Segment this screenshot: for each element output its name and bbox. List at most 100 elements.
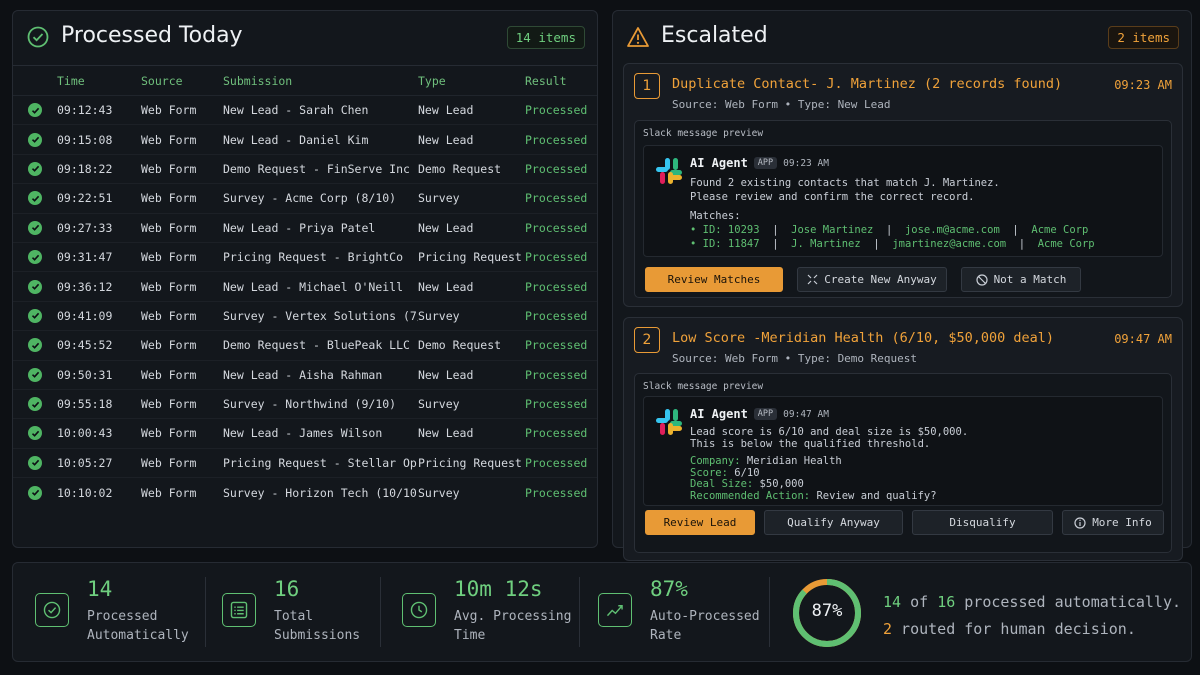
stat-label: Processed Automatically xyxy=(87,609,189,643)
check-icon xyxy=(28,308,42,323)
stat-label: Auto-Processed Rate xyxy=(650,609,760,643)
qualify-anyway-button[interactable]: Qualify Anyway xyxy=(764,510,903,535)
cell-source: Web Form xyxy=(141,103,197,118)
cell-type: Survey xyxy=(418,397,460,412)
processed-count-badge: 14 items xyxy=(506,26,585,49)
stat-label: Total Submissions xyxy=(274,609,361,643)
clock-icon xyxy=(402,593,436,627)
slack-logo-icon xyxy=(656,409,682,435)
column-header-type: Type xyxy=(418,73,446,88)
check-icon xyxy=(28,132,42,147)
match-row: • ID: 10293 | Jose Martinez | jose.m@acm… xyxy=(690,224,1089,236)
cell-time: 09:50:31 xyxy=(57,367,113,382)
table-row: 09:50:31 Web Form New Lead - Aisha Rahman N… xyxy=(13,361,597,390)
check-icon xyxy=(28,455,42,470)
message-body: Found 2 existing contacts that match J. … xyxy=(690,176,1095,251)
table-row: 09:22:51 Web Form Survey - Acme Corp (8/10… xyxy=(13,184,597,214)
divider xyxy=(579,577,580,647)
column-header-result: Result xyxy=(525,73,567,88)
cell-result: Processed xyxy=(525,279,588,294)
agent-name: AI Agent xyxy=(690,156,748,170)
cell-submission: Pricing Request - Stellar Ops xyxy=(223,455,418,470)
summary-line-processed: 14 of 16 processed automatically. xyxy=(883,593,1182,611)
summary-text: 14 of 16 processed automatically. 2 rout… xyxy=(883,589,1181,643)
match-row: • ID: 11847 | J. Martinez | jmartinez@ac… xyxy=(690,238,1095,250)
cell-submission: New Lead - Sarah Chen xyxy=(223,103,369,118)
slack-message: AI Agent APP 09:23 AM Found 2 existing c… xyxy=(643,145,1163,257)
cell-time: 09:27:33 xyxy=(57,220,113,235)
action-buttons: Review Matches Create New Anyway Not a M… xyxy=(645,267,1081,292)
cell-result: Processed xyxy=(525,367,588,382)
cell-type: New Lead xyxy=(418,279,474,294)
cell-time: 09:45:52 xyxy=(57,338,113,353)
cell-time: 09:31:47 xyxy=(57,250,113,265)
table-row: 10:00:43 Web Form New Lead - James Wilson N… xyxy=(13,419,597,449)
disqualify-button[interactable]: Disqualify xyxy=(912,510,1053,535)
cell-time: 10:00:43 xyxy=(57,426,113,441)
slack-message: AI Agent APP 09:47 AM Lead score is 6/10… xyxy=(643,396,1163,506)
card-title: Duplicate Contact- J. Martinez (2 record… xyxy=(672,76,1063,92)
message-line: Lead score is 6/10 and deal size is $50,… xyxy=(690,426,969,438)
check-icon xyxy=(28,338,42,353)
app-tag: APP xyxy=(753,157,778,169)
stat-avg-processing-time: 10m 12s Avg. Processing Time xyxy=(402,563,582,663)
table-row: 10:05:27 Web Form Pricing Request - Stella… xyxy=(13,449,597,479)
cell-time: 09:12:43 xyxy=(57,103,113,118)
check-icon xyxy=(28,426,42,441)
table-row: 09:55:18 Web Form Survey - Northwind (9/10… xyxy=(13,390,597,420)
stats-bar: 14 Processed Automatically 16 Total Subm… xyxy=(12,562,1192,662)
cell-time: 09:15:08 xyxy=(57,132,113,147)
cell-submission: New Lead - Aisha Rahman xyxy=(223,367,383,382)
cell-source: Web Form xyxy=(141,132,197,147)
action-buttons: Review Lead Qualify Anyway Disqualify Mo… xyxy=(645,510,1164,535)
cell-result: Processed xyxy=(525,308,588,323)
processed-today-panel: Processed Today 14 items Time Source Sub… xyxy=(12,10,598,548)
cell-type: New Lead xyxy=(418,426,474,441)
cell-result: Processed xyxy=(525,338,588,353)
table-row: 09:15:08 Web Form New Lead - Daniel Kim New… xyxy=(13,125,597,155)
cell-source: Web Form xyxy=(141,250,197,265)
review-matches-button[interactable]: Review Matches xyxy=(645,267,783,292)
cell-time: 09:18:22 xyxy=(57,161,113,176)
create-new-anyway-button[interactable]: Create New Anyway xyxy=(797,267,947,292)
cell-result: Processed xyxy=(525,132,588,147)
card-time: 09:47 AM xyxy=(1114,332,1172,346)
cell-submission: Survey - Northwind (9/10) xyxy=(223,397,397,412)
cell-submission: Demo Request - FinServe Inc xyxy=(223,161,410,176)
table-row: 09:31:47 Web Form Pricing Request - Bright… xyxy=(13,243,597,273)
cell-result: Processed xyxy=(525,191,588,206)
cell-source: Web Form xyxy=(141,279,197,294)
not-a-match-button[interactable]: Not a Match xyxy=(961,267,1081,292)
preview-label: Slack message preview xyxy=(643,128,764,139)
info-icon xyxy=(1074,516,1086,529)
cell-time: 09:55:18 xyxy=(57,397,113,412)
cell-type: Demo Request xyxy=(418,338,502,353)
card-title: Low Score -Meridian Health (6/10, $50,00… xyxy=(672,330,1055,346)
divider xyxy=(205,577,206,647)
review-lead-button[interactable]: Review Lead xyxy=(645,510,755,535)
check-icon xyxy=(28,103,42,118)
cell-source: Web Form xyxy=(141,220,197,235)
cell-type: New Lead xyxy=(418,132,474,147)
cell-submission: Survey - Horizon Tech (10/10) xyxy=(223,485,418,500)
cell-type: New Lead xyxy=(418,220,474,235)
cell-result: Processed xyxy=(525,455,588,470)
divider xyxy=(769,577,770,647)
cell-source: Web Form xyxy=(141,308,197,323)
cell-submission: New Lead - Priya Patel xyxy=(223,220,376,235)
slack-preview: Slack message preview AI Agent APP 09:23… xyxy=(634,120,1172,298)
column-header-time: Time xyxy=(57,73,85,88)
card-number-badge: 1 xyxy=(634,73,660,99)
summary-line-routed: 2 routed for human decision. xyxy=(883,620,1136,638)
stat-value: 16 xyxy=(274,577,300,601)
slack-preview: Slack message preview AI Agent APP 09:47… xyxy=(634,373,1172,553)
more-info-button[interactable]: More Info xyxy=(1062,510,1164,535)
cell-type: New Lead xyxy=(418,367,474,382)
cell-type: Survey xyxy=(418,308,460,323)
agent-name: AI Agent xyxy=(690,407,748,421)
cell-result: Processed xyxy=(525,485,588,500)
check-icon xyxy=(28,191,42,206)
table-body: 09:12:43 Web Form New Lead - Sarah Chen New… xyxy=(13,96,597,507)
block-icon xyxy=(975,273,988,286)
stat-value: 87% xyxy=(650,577,688,601)
